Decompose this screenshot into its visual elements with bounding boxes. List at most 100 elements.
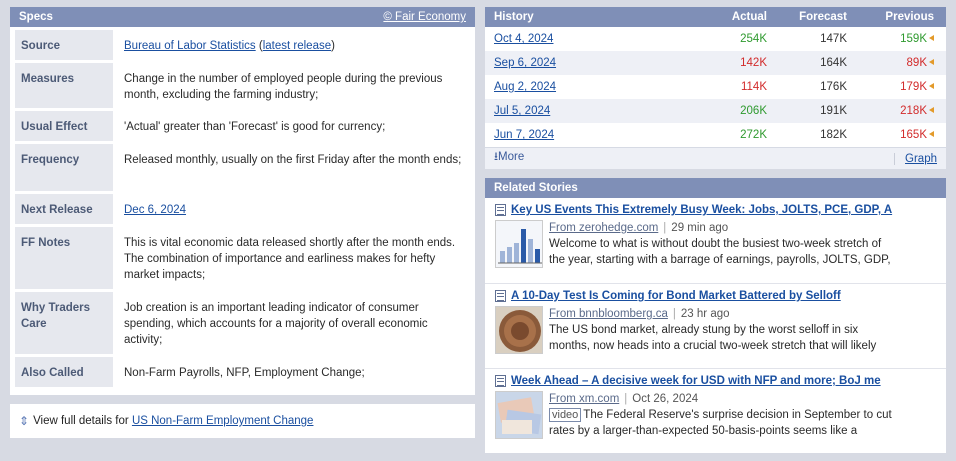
spec-row-next-release: Next Release Dec 6, 2024 xyxy=(15,194,475,224)
spec-value: Released monthly, usually on the first F… xyxy=(124,154,462,166)
spec-value: Job creation is an important leading ind… xyxy=(124,302,428,346)
spec-row-source: Source Bureau of Labor Statistics (lates… xyxy=(15,30,475,60)
actual-value: 206K xyxy=(740,105,767,117)
actual-value: 254K xyxy=(740,33,767,45)
bar-chart-thumbnail-icon xyxy=(496,221,542,267)
latest-release-link[interactable]: latest release xyxy=(263,40,331,52)
revision-flag-icon xyxy=(929,131,934,137)
article-icon xyxy=(495,290,506,302)
spec-row-also-called: Also Called Non-Farm Payrolls, NFP, Empl… xyxy=(15,357,475,387)
forecast-value: 147K xyxy=(820,33,847,45)
revision-flag-icon xyxy=(929,107,934,113)
history-row: Jul 5, 2024 206K 191K 218K xyxy=(485,99,946,123)
history-footer: ⭳More Graph xyxy=(485,147,946,169)
actual-value: 114K xyxy=(740,81,767,93)
fair-economy-link[interactable]: © Fair Economy xyxy=(383,11,466,23)
video-tag: video xyxy=(549,408,582,422)
spec-value: Change in the number of employed people … xyxy=(124,73,443,101)
story-excerpt: video The Federal Reserve's surprise deci… xyxy=(549,407,929,423)
history-row: Oct 4, 2024 254K 147K 159K xyxy=(485,27,946,51)
spec-label: Frequency xyxy=(15,144,113,191)
story-source-link[interactable]: From xm.com xyxy=(549,393,619,405)
story-item: A 10-Day Test Is Coming for Bond Market … xyxy=(485,283,946,368)
previous-value: 159K xyxy=(900,33,927,45)
forecast-value: 176K xyxy=(820,81,847,93)
related-stories-panel: Related Stories Key US Events This Extre… xyxy=(485,178,946,453)
forecast-column-header: Forecast xyxy=(799,11,847,23)
spec-row-measures: Measures Change in the number of employe… xyxy=(15,63,475,108)
more-button[interactable]: ⭳More xyxy=(494,149,524,168)
stories-header: Related Stories xyxy=(485,178,946,198)
article-icon xyxy=(495,375,506,387)
story-thumbnail[interactable] xyxy=(495,220,543,268)
full-details-prefix: View full details for xyxy=(33,415,129,427)
story-source-link[interactable]: From bnnbloomberg.ca xyxy=(549,308,668,320)
forecast-value: 191K xyxy=(820,105,847,117)
story-excerpt: months, now heads into a crucial two-wee… xyxy=(549,340,877,352)
previous-column-header: Previous xyxy=(885,11,934,23)
story-excerpt: rates by a larger-than-expected 50-basis… xyxy=(549,425,858,437)
story-title-link[interactable]: Week Ahead – A decisive week for USD wit… xyxy=(511,375,881,387)
forecast-value: 164K xyxy=(820,57,847,69)
previous-value: 165K xyxy=(900,129,927,141)
article-icon xyxy=(495,204,506,216)
more-label: More xyxy=(498,151,525,163)
bls-link[interactable]: Bureau of Labor Statistics xyxy=(124,40,256,52)
story-time: 23 hr ago xyxy=(680,308,730,320)
specs-panel: Specs © Fair Economy Source Bureau of La… xyxy=(10,7,475,395)
history-date-link[interactable]: Jul 5, 2024 xyxy=(494,105,550,117)
previous-value: 179K xyxy=(900,81,927,93)
spec-label: Also Called xyxy=(15,357,113,387)
story-time: 29 min ago xyxy=(671,222,729,234)
story-item: Key US Events This Extremely Busy Week: … xyxy=(485,198,946,283)
history-date-link[interactable]: Jun 7, 2024 xyxy=(494,129,554,141)
spec-label: Why Traders Care xyxy=(15,292,113,354)
story-thumbnail[interactable] xyxy=(495,391,543,439)
spec-value: Dec 6, 2024 xyxy=(113,194,475,224)
story-excerpt-text: The Federal Reserve's surprise decision … xyxy=(583,409,892,421)
previous-value: 218K xyxy=(900,105,927,117)
banknotes-thumbnail-icon xyxy=(496,392,542,438)
spec-row-frequency: Frequency Released monthly, usually on t… xyxy=(15,144,475,191)
history-date-link[interactable]: Sep 6, 2024 xyxy=(494,57,556,69)
story-excerpt: The US bond market, already stung by the… xyxy=(549,324,859,336)
history-row: Jun 7, 2024 272K 182K 165K xyxy=(485,123,946,147)
graph-link[interactable]: Graph xyxy=(905,153,937,165)
spec-row-why-traders-care: Why Traders Care Job creation is an impo… xyxy=(15,292,475,354)
story-title-link[interactable]: Key US Events This Extremely Busy Week: … xyxy=(511,204,892,216)
story-item: Week Ahead – A decisive week for USD wit… xyxy=(485,368,946,453)
expand-updown-icon: ⇕ xyxy=(19,414,30,428)
forecast-value: 182K xyxy=(820,129,847,141)
revision-flag-icon xyxy=(929,83,934,89)
full-details-link[interactable]: US Non-Farm Employment Change xyxy=(132,415,314,427)
story-source-link[interactable]: From zerohedge.com xyxy=(549,222,658,234)
spec-label: Source xyxy=(15,30,113,60)
history-header: History Actual Forecast Previous xyxy=(485,7,946,27)
story-title-link[interactable]: A 10-Day Test Is Coming for Bond Market … xyxy=(511,290,841,302)
spec-value: This is vital economic data released sho… xyxy=(124,237,456,281)
story-excerpt: the year, starting with a barrage of ear… xyxy=(549,254,891,266)
actual-value: 142K xyxy=(740,57,767,69)
story-thumbnail[interactable] xyxy=(495,306,543,354)
history-date-link[interactable]: Aug 2, 2024 xyxy=(494,81,556,93)
revision-flag-icon xyxy=(929,35,934,41)
spec-value: Bureau of Labor Statistics (latest relea… xyxy=(113,30,475,60)
spec-label: Usual Effect xyxy=(15,111,113,141)
spec-value: 'Actual' greater than 'Forecast' is good… xyxy=(124,121,386,133)
history-date-link[interactable]: Oct 4, 2024 xyxy=(494,33,553,45)
actual-column-header: Actual xyxy=(731,11,767,23)
specs-title: Specs xyxy=(19,11,53,23)
history-panel: History Actual Forecast Previous Oct 4, … xyxy=(485,7,946,169)
spec-label: FF Notes xyxy=(15,227,113,289)
specs-header: Specs © Fair Economy xyxy=(10,7,475,27)
paren-close: ) xyxy=(331,40,335,52)
stories-title: Related Stories xyxy=(494,182,578,194)
history-row: Sep 6, 2024 142K 164K 89K xyxy=(485,51,946,75)
paren-open: ( xyxy=(255,40,263,52)
story-excerpt: Welcome to what is without doubt the bus… xyxy=(549,238,882,250)
history-row: Aug 2, 2024 114K 176K 179K xyxy=(485,75,946,99)
spec-row-ff-notes: FF Notes This is vital economic data rel… xyxy=(15,227,475,289)
next-release-link[interactable]: Dec 6, 2024 xyxy=(124,204,186,216)
revision-flag-icon xyxy=(929,59,934,65)
story-time: Oct 26, 2024 xyxy=(632,393,699,405)
